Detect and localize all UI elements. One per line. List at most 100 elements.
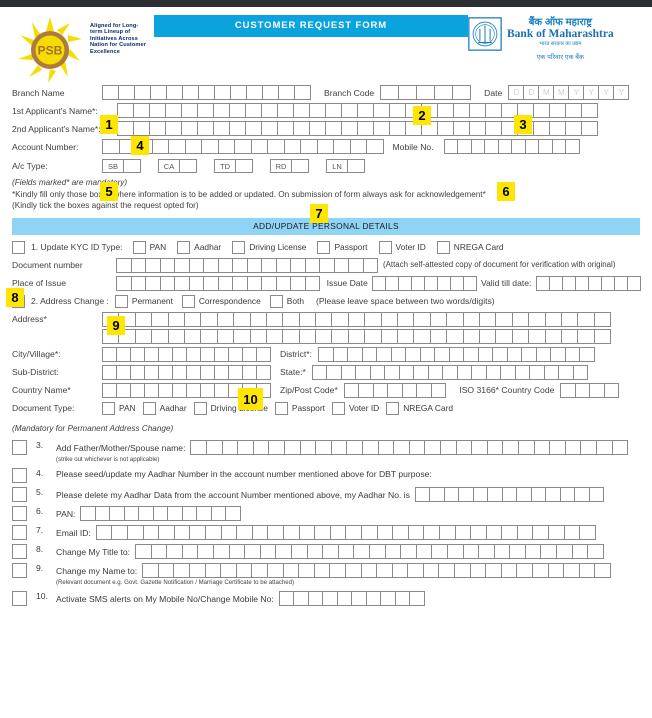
request-checkbox[interactable] [12, 487, 27, 502]
input-cell[interactable] [204, 563, 222, 578]
input-cell[interactable] [188, 275, 204, 291]
request-input[interactable] [135, 544, 604, 559]
district-input[interactable] [318, 346, 595, 362]
input-cell[interactable] [261, 275, 277, 291]
input-cell[interactable] [577, 311, 595, 327]
input-cell[interactable] [516, 563, 534, 578]
input-cell[interactable] [524, 139, 540, 154]
input-cell[interactable] [345, 525, 362, 540]
input-cell[interactable] [228, 346, 243, 362]
option-passport[interactable]: Passport [317, 240, 368, 254]
input-cell[interactable] [318, 346, 334, 362]
input-cell[interactable] [355, 364, 371, 380]
input-cell[interactable] [393, 440, 410, 455]
option-both[interactable]: Both [269, 294, 304, 308]
option-checkbox[interactable] [274, 401, 288, 415]
input-cell[interactable] [588, 275, 603, 291]
input-cell[interactable] [174, 257, 190, 273]
input-cell[interactable] [564, 440, 582, 455]
input-cell[interactable] [511, 139, 526, 154]
input-cell[interactable] [197, 103, 214, 118]
request-checkbox[interactable] [12, 440, 27, 455]
input-cell[interactable]: D [508, 85, 525, 100]
input-cell[interactable] [353, 544, 370, 559]
input-cell[interactable] [95, 525, 113, 540]
input-cell[interactable] [116, 346, 131, 362]
input-cell[interactable] [277, 121, 294, 136]
input-cell[interactable] [134, 311, 153, 327]
input-cell[interactable] [439, 440, 457, 455]
input-cell[interactable] [221, 440, 239, 455]
input-cell[interactable] [213, 103, 230, 118]
input-cell[interactable] [183, 311, 202, 327]
input-cell[interactable] [530, 487, 547, 502]
input-cell[interactable] [130, 257, 146, 273]
input-cell[interactable] [549, 440, 566, 455]
option-checkbox[interactable] [193, 401, 207, 415]
input-cell[interactable] [424, 440, 441, 455]
input-cell[interactable] [267, 139, 285, 154]
input-cell[interactable] [306, 544, 324, 559]
input-cell[interactable] [298, 563, 315, 578]
option-checkbox[interactable] [317, 240, 331, 254]
input-cell[interactable] [172, 382, 187, 398]
input-cell[interactable] [245, 103, 262, 118]
input-cell[interactable] [593, 328, 612, 344]
marker-9[interactable]: 9 [107, 316, 125, 335]
input-cell[interactable] [571, 544, 589, 559]
input-cell[interactable] [351, 591, 367, 606]
input-cell[interactable] [427, 364, 444, 380]
input-cell[interactable] [400, 544, 417, 559]
input-cell[interactable] [145, 275, 161, 291]
input-cell[interactable] [544, 328, 562, 344]
input-cell[interactable] [572, 364, 589, 380]
input-cell[interactable] [376, 346, 392, 362]
ac-type-ca[interactable]: CA [158, 158, 197, 173]
input-cell[interactable] [437, 275, 452, 291]
input-cell[interactable] [188, 563, 206, 578]
request-input[interactable] [80, 506, 241, 521]
input-cell[interactable] [188, 257, 204, 273]
input-cell[interactable] [313, 563, 331, 578]
input-cell[interactable] [298, 328, 317, 344]
input-cell[interactable] [500, 563, 518, 578]
input-cell[interactable] [502, 440, 519, 455]
input-cell[interactable] [214, 382, 229, 398]
input-cell[interactable]: Y [598, 85, 615, 100]
option-permanent[interactable]: Permanent [114, 294, 173, 308]
input-cell[interactable] [216, 311, 235, 327]
input-cell[interactable] [564, 346, 580, 362]
input-cell[interactable] [580, 440, 597, 455]
input-cell[interactable] [290, 275, 306, 291]
input-cell[interactable] [127, 525, 144, 540]
input-cell[interactable] [316, 139, 334, 154]
input-cell[interactable] [200, 328, 218, 344]
option-checkbox[interactable] [142, 401, 156, 415]
ac-type-checkbox[interactable] [180, 158, 197, 173]
input-cell[interactable] [149, 103, 166, 118]
input-cell[interactable] [443, 487, 460, 502]
input-cell[interactable] [261, 103, 278, 118]
input-cell[interactable] [282, 563, 300, 578]
input-cell[interactable] [282, 525, 300, 540]
input-cell[interactable] [377, 440, 395, 455]
input-cell[interactable] [373, 121, 390, 136]
input-cell[interactable] [299, 440, 317, 455]
input-cell[interactable] [172, 364, 187, 380]
input-cell[interactable] [294, 85, 311, 100]
input-cell[interactable] [158, 346, 173, 362]
input-cell[interactable] [413, 328, 431, 344]
option-aadhar[interactable]: Aadhar [142, 401, 187, 415]
input-cell[interactable] [413, 311, 431, 327]
input-cell[interactable] [389, 103, 406, 118]
request-checkbox[interactable] [12, 506, 27, 521]
input-cell[interactable] [380, 85, 400, 100]
input-cell[interactable] [233, 328, 251, 344]
input-cell[interactable] [346, 440, 363, 455]
input-cell[interactable] [309, 121, 326, 136]
input-cell[interactable] [228, 544, 246, 559]
input-cell[interactable] [165, 103, 182, 118]
input-cell[interactable] [495, 328, 513, 344]
input-cell[interactable] [581, 103, 598, 118]
input-cell[interactable] [415, 544, 433, 559]
